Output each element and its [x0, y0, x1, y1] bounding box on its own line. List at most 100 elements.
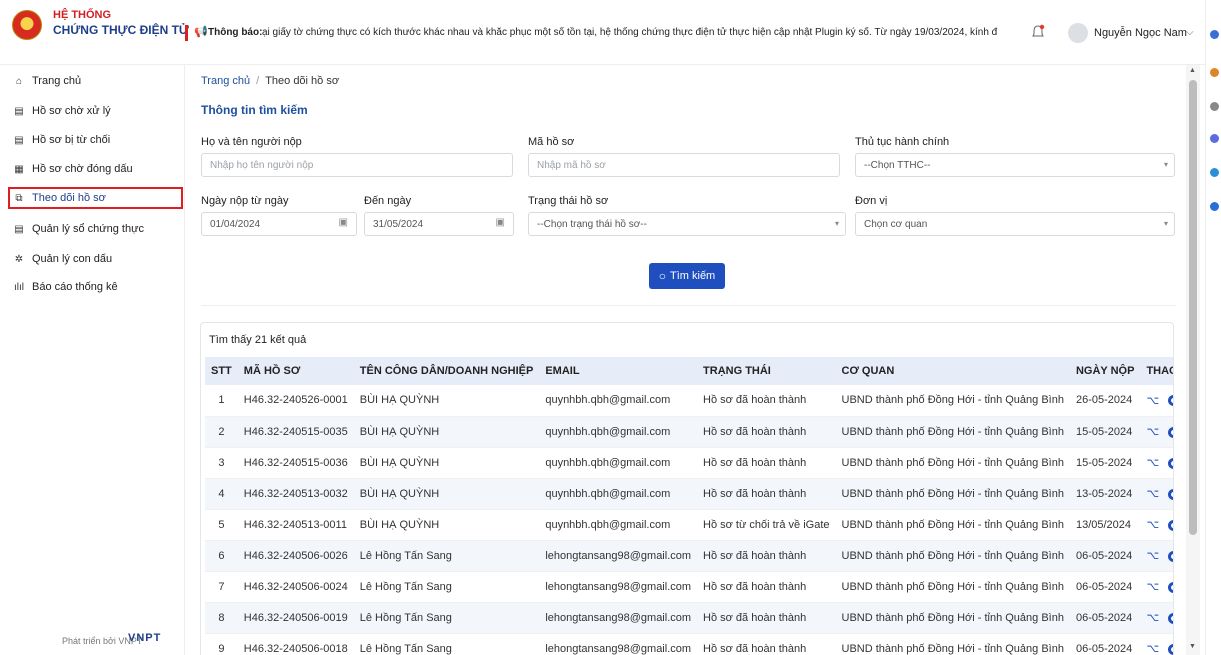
table-cell: UBND thành phố Đồng Hới - tỉnh Quảng Bìn…: [835, 385, 1070, 417]
workflow-icon[interactable]: ⌥: [1146, 395, 1159, 407]
table-cell: 15-05-2024: [1069, 416, 1141, 448]
breadcrumb-home[interactable]: Trang chủ: [201, 75, 250, 87]
sidebar-item-label: Hồ sơ chờ xử lý: [32, 105, 111, 117]
workflow-icon[interactable]: ⌥: [1146, 426, 1159, 438]
sidebar-item-label: Báo cáo thống kê: [32, 281, 118, 293]
avatar[interactable]: [1068, 23, 1088, 43]
sidebar: ⌂ Trang chủ ▤ Hồ sơ chờ xử lý ▤ Hồ sơ bị…: [0, 65, 185, 655]
table-cell: H46.32-240506-0018: [237, 633, 354, 655]
workflow-icon[interactable]: ⌥: [1146, 519, 1159, 531]
search-button-label: Tìm kiếm: [670, 270, 716, 282]
status-select[interactable]: --Chọn trạng thái hồ sơ-- ▾: [528, 212, 846, 236]
table-row[interactable]: 5 H46.32-240513-0011 BÙI HẠ QUỲNH quynhbh.q…: [205, 509, 1173, 541]
table-cell: 9: [205, 633, 238, 655]
table-cell: 3: [205, 447, 238, 479]
extension-icon[interactable]: [1210, 202, 1219, 211]
national-emblem-icon[interactable]: [12, 10, 42, 40]
browser-side-panel: [1205, 0, 1221, 655]
code-label: Mã hồ sơ: [528, 136, 575, 148]
to-date-value: 31/05/2024: [373, 218, 424, 230]
calendar-icon[interactable]: ▣: [339, 217, 348, 228]
sidebar-item-seals[interactable]: ✲ Quản lý con dấu: [12, 249, 180, 269]
column-header: TÊN CÔNG DÂN/DOANH NGHIỆP: [359, 365, 534, 377]
table-cell: H46.32-240515-0035: [237, 416, 354, 448]
table-cell: UBND thành phố Đồng Hới - tỉnh Quảng Bìn…: [835, 540, 1070, 572]
sidebar-item-label: Quản lý con dấu: [32, 253, 113, 265]
status-value: --Chọn trạng thái hồ sơ--: [537, 218, 647, 230]
submitter-name-input[interactable]: Nhập họ tên người nộp: [201, 153, 513, 177]
sidebar-item-reports[interactable]: ılıl Báo cáo thống kê: [12, 277, 180, 297]
chevron-down-icon[interactable]: ⌵: [1186, 27, 1194, 38]
workflow-icon[interactable]: ⌥: [1146, 612, 1159, 624]
table-row[interactable]: 7 H46.32-240506-0024 Lê Hồng Tấn Sang lehon…: [205, 571, 1173, 603]
search-icon: ○: [658, 269, 666, 283]
sidebar-item-certification-books[interactable]: ▤ Quản lý sổ chứng thực: [12, 219, 180, 239]
sidebar-item-home[interactable]: ⌂ Trang chủ: [12, 71, 180, 91]
scrollbar-thumb[interactable]: [1189, 80, 1197, 535]
bell-icon[interactable]: [1030, 24, 1046, 40]
from-date-label: Ngày nộp từ ngày: [201, 195, 289, 207]
workflow-icon[interactable]: ⌥: [1146, 643, 1159, 655]
results-table: STT MÃ HỒ SƠ TÊN CÔNG DÂN/DOANH NGHIỆP E…: [205, 357, 1173, 655]
procedure-select[interactable]: --Chọn TTHC-- ▾: [855, 153, 1175, 177]
eye-icon[interactable]: [1168, 488, 1173, 500]
table-cell: 7: [205, 571, 238, 603]
eye-icon[interactable]: [1168, 643, 1173, 655]
page-scrollbar[interactable]: ▲ ▼: [1186, 65, 1200, 655]
top-bar: HỆ THỐNG CHỨNG THỰC ĐIỆN TỬ 📢 Thông báo:…: [0, 0, 1205, 65]
table-cell: Hồ sơ đã hoàn thành: [697, 385, 836, 417]
workflow-icon[interactable]: ⌥: [1146, 488, 1159, 500]
sidebar-item-rejected[interactable]: ▤ Hồ sơ bị từ chối: [12, 130, 180, 150]
table-cell: quynhbh.qbh@gmail.com: [539, 416, 698, 448]
table-cell: quynhbh.qbh@gmail.com: [539, 509, 698, 541]
sidebar-item-pending[interactable]: ▤ Hồ sơ chờ xử lý: [12, 101, 180, 121]
from-date-input[interactable]: 01/04/2024 ▣: [201, 212, 357, 236]
grid-icon: ▦: [14, 163, 24, 175]
table-cell: UBND thành phố Đồng Hới - tỉnh Quảng Bìn…: [835, 571, 1070, 603]
breadcrumb-current: Theo dõi hồ sơ: [265, 75, 340, 87]
user-name[interactable]: Nguyễn Ngọc Nam: [1094, 27, 1187, 39]
table-cell: Hồ sơ đã hoàn thành: [697, 416, 836, 448]
extension-icon[interactable]: [1210, 68, 1219, 77]
eye-icon[interactable]: [1168, 550, 1173, 562]
table-row[interactable]: 4 H46.32-240513-0032 BÙI HẠ QUỲNH quynhbh.q…: [205, 478, 1173, 510]
to-date-input[interactable]: 31/05/2024 ▣: [364, 212, 514, 236]
search-section-title: Thông tin tìm kiếm: [201, 103, 308, 117]
eye-icon[interactable]: [1168, 581, 1173, 593]
extension-icon[interactable]: [1210, 168, 1219, 177]
extension-icon[interactable]: [1210, 30, 1219, 39]
notice-marquee: ại giấy tờ chứng thực có kích thước khác…: [262, 27, 998, 38]
record-code-input[interactable]: Nhập mã hồ sơ: [528, 153, 840, 177]
eye-icon[interactable]: [1168, 395, 1173, 407]
actions-cell: ⌥: [1140, 385, 1173, 417]
table-row[interactable]: 6 H46.32-240506-0026 Lê Hồng Tấn Sang lehon…: [205, 540, 1173, 572]
eye-icon[interactable]: [1168, 519, 1173, 531]
workflow-icon[interactable]: ⌥: [1146, 550, 1159, 562]
unit-select[interactable]: Chọn cơ quan ▾: [855, 212, 1175, 236]
column-header: MÃ HỒ SƠ: [243, 365, 301, 377]
search-button[interactable]: ○ Tìm kiếm: [649, 263, 725, 289]
eye-icon[interactable]: [1168, 426, 1173, 438]
extension-icon[interactable]: [1210, 134, 1219, 143]
eye-icon[interactable]: [1168, 612, 1173, 624]
table-row[interactable]: 2 H46.32-240515-0035 BÙI HẠ QUỲNH quynhbh.q…: [205, 416, 1173, 448]
table-row[interactable]: 3 H46.32-240515-0036 BÙI HẠ QUỲNH quynhbh.q…: [205, 447, 1173, 479]
chevron-down-icon: ▾: [1163, 219, 1168, 228]
workflow-icon[interactable]: ⌥: [1146, 581, 1159, 593]
table-row[interactable]: 1 H46.32-240526-0001 BÙI HẠ QUỲNH quynhbh.q…: [205, 385, 1173, 417]
table-cell: UBND thành phố Đồng Hới - tỉnh Quảng Bìn…: [835, 633, 1070, 655]
table-cell: 1: [205, 385, 238, 417]
eye-icon[interactable]: [1168, 457, 1173, 469]
scroll-up-arrow[interactable]: ▲: [1189, 67, 1196, 74]
actions-cell: ⌥: [1140, 602, 1173, 634]
sidebar-item-tracking[interactable]: ⧉ Theo dõi hồ sơ: [8, 187, 183, 209]
table-row[interactable]: 8 H46.32-240506-0019 Lê Hồng Tấn Sang lehon…: [205, 602, 1173, 634]
scroll-down-arrow[interactable]: ▼: [1189, 643, 1196, 650]
table-row[interactable]: 9 H46.32-240506-0018 Lê Hồng Tấn Sang lehon…: [205, 633, 1173, 655]
sidebar-item-awaiting-stamp[interactable]: ▦ Hồ sơ chờ đóng dấu: [12, 159, 180, 179]
calendar-icon[interactable]: ▣: [496, 217, 505, 228]
table-cell: 26-05-2024: [1069, 385, 1141, 417]
table-cell: 06-05-2024: [1069, 571, 1141, 603]
workflow-icon[interactable]: ⌥: [1146, 457, 1159, 469]
extension-icon[interactable]: [1210, 102, 1219, 111]
